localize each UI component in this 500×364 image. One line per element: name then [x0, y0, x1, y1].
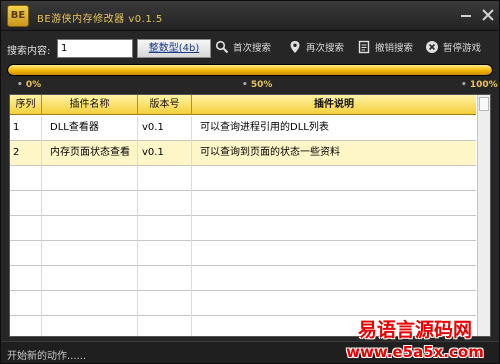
table-row[interactable]: 2 内存页面状态查看 v0.1 可以查询到页面的状态一些资料 — [10, 141, 476, 166]
empty-cell — [192, 291, 476, 316]
cell-name: DLL查看器 — [42, 116, 138, 141]
cell-description: 可以查询进程引用的DLL列表 — [200, 122, 329, 133]
status-text: 开始新的动作...... — [7, 351, 87, 362]
plugin-list-header: 序列 插件名称 版本号 插件说明 — [10, 95, 476, 115]
plugin-list: 序列 插件名称 版本号 插件说明 1 DLL查看器 v0.1 可以查询进程引用的… — [9, 94, 491, 337]
empty-cell — [42, 216, 138, 241]
column-header-description[interactable]: 插件说明 — [192, 95, 476, 115]
empty-cell — [138, 166, 192, 191]
empty-table-row — [10, 291, 476, 316]
minimize-button[interactable] — [457, 6, 475, 24]
empty-cell — [138, 216, 192, 241]
empty-cell — [10, 241, 42, 266]
pause-game-button[interactable]: 暂停游戏 — [425, 39, 481, 58]
pause-game-label: 暂停游戏 — [443, 43, 482, 54]
empty-cell — [138, 241, 192, 266]
title-bar: BE BE游侠内存修改器 v0.1.5 — [1, 1, 499, 31]
next-search-button[interactable]: 再次搜索 — [288, 39, 344, 58]
empty-cell — [10, 166, 42, 191]
column-header-name[interactable]: 插件名称 — [42, 95, 138, 115]
empty-cell — [192, 191, 476, 216]
search-progress-bar — [7, 64, 493, 76]
empty-cell — [42, 191, 138, 216]
undo-document-icon — [358, 40, 370, 54]
empty-cell — [138, 291, 192, 316]
window-title: BE游侠内存修改器 v0.1.5 — [37, 14, 163, 25]
data-type-button[interactable]: 整数型(4b) — [137, 39, 211, 58]
watermark-title: 易语言源码网 — [357, 319, 472, 341]
first-search-button[interactable]: 首次搜索 — [215, 39, 271, 58]
column-header-version[interactable]: 版本号 — [138, 95, 192, 115]
empty-cell — [138, 316, 192, 336]
app-icon: BE — [7, 5, 29, 27]
close-icon — [482, 9, 494, 21]
search-label: 搜索内容: — [7, 46, 51, 57]
empty-cell — [42, 266, 138, 291]
cell-version: v0.1 — [138, 116, 192, 141]
cell-seq: 1 — [10, 116, 42, 141]
empty-cell — [10, 291, 42, 316]
empty-cell — [138, 266, 192, 291]
search-icon — [215, 40, 229, 54]
main-window: BE BE游侠内存修改器 v0.1.5 搜索内容: 整数型(4b) 首次搜索 再… — [0, 0, 500, 364]
empty-cell — [192, 266, 476, 291]
empty-cell — [138, 191, 192, 216]
next-search-label: 再次搜索 — [306, 43, 345, 54]
empty-cell — [10, 266, 42, 291]
progress-label-50: 50% — [242, 80, 273, 90]
progress-label-0: 0% — [17, 80, 41, 90]
empty-cell — [192, 166, 476, 191]
empty-cell — [42, 166, 138, 191]
watermark-logo: 易语言源码网 www.e5a5x.com — [331, 315, 499, 363]
search-toolbar: 搜索内容: 整数型(4b) 首次搜索 再次搜索 撤销搜索 — [1, 37, 499, 59]
empty-cell — [42, 316, 138, 336]
first-search-label: 首次搜索 — [233, 43, 272, 54]
empty-table-row — [10, 266, 476, 291]
cell-description: 可以查询到页面的状态一些资料 — [200, 147, 340, 158]
cell-name: 内存页面状态查看 — [42, 141, 138, 166]
undo-search-label: 撤销搜索 — [375, 43, 414, 54]
progress-fill — [8, 65, 492, 75]
search-input[interactable] — [57, 39, 133, 58]
vertical-scrollbar[interactable] — [477, 95, 490, 336]
watermark-url: www.e5a5x.com — [346, 343, 484, 361]
close-button[interactable] — [479, 6, 497, 24]
empty-cell — [10, 216, 42, 241]
column-header-seq[interactable]: 序列 — [10, 95, 42, 115]
empty-cell — [192, 241, 476, 266]
empty-cell — [42, 291, 138, 316]
progress-label-100: 100% — [461, 80, 498, 90]
scrollbar-thumb[interactable] — [479, 97, 489, 111]
empty-table-row — [10, 191, 476, 216]
cell-seq: 2 — [10, 141, 42, 166]
undo-search-button[interactable]: 撤销搜索 — [357, 39, 413, 58]
empty-cell — [42, 241, 138, 266]
location-pin-icon — [290, 41, 300, 53]
empty-cell — [192, 216, 476, 241]
empty-table-row — [10, 241, 476, 266]
empty-cell — [10, 191, 42, 216]
close-circle-icon — [426, 41, 438, 53]
empty-table-row — [10, 216, 476, 241]
empty-table-row — [10, 166, 476, 191]
empty-cell — [10, 316, 42, 336]
cell-version: v0.1 — [138, 141, 192, 166]
table-row[interactable]: 1 DLL查看器 v0.1 可以查询进程引用的DLL列表 — [10, 116, 476, 141]
